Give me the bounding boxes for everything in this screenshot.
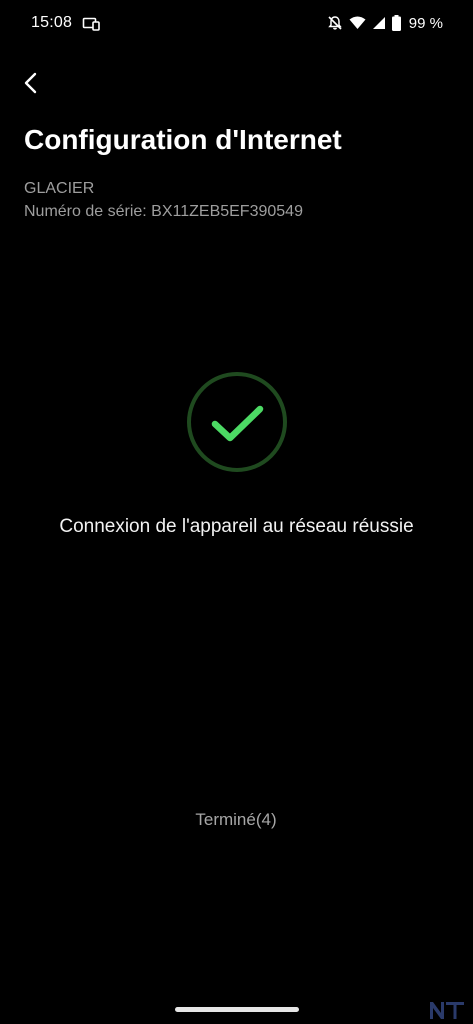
battery-icon — [391, 15, 401, 31]
done-button[interactable]: Terminé(4) — [136, 800, 336, 840]
check-circle-icon — [187, 372, 287, 472]
bell-off-icon — [328, 16, 342, 30]
chevron-left-icon — [24, 72, 37, 94]
cast-icon — [82, 17, 100, 31]
serial-number: Numéro de série: BX11ZEB5EF390549 — [24, 203, 303, 220]
page-title: Configuration d'Internet — [24, 124, 342, 155]
status-time: 15:08 — [31, 14, 73, 31]
wifi-icon — [349, 16, 366, 29]
status-bar: 15:08 99 % — [0, 0, 473, 46]
battery-percentage: 99 % — [408, 14, 443, 32]
device-name: GLACIER — [24, 180, 95, 197]
done-button-label: Terminé(4) — [195, 810, 277, 829]
success-message: Connexion de l'appareil au réseau réussi… — [59, 516, 414, 537]
nt-logo — [430, 1002, 464, 1019]
status-icons: 99 % — [327, 13, 443, 33]
home-indicator[interactable] — [175, 1007, 299, 1012]
back-button[interactable] — [14, 66, 48, 100]
signal-icon — [372, 17, 385, 29]
